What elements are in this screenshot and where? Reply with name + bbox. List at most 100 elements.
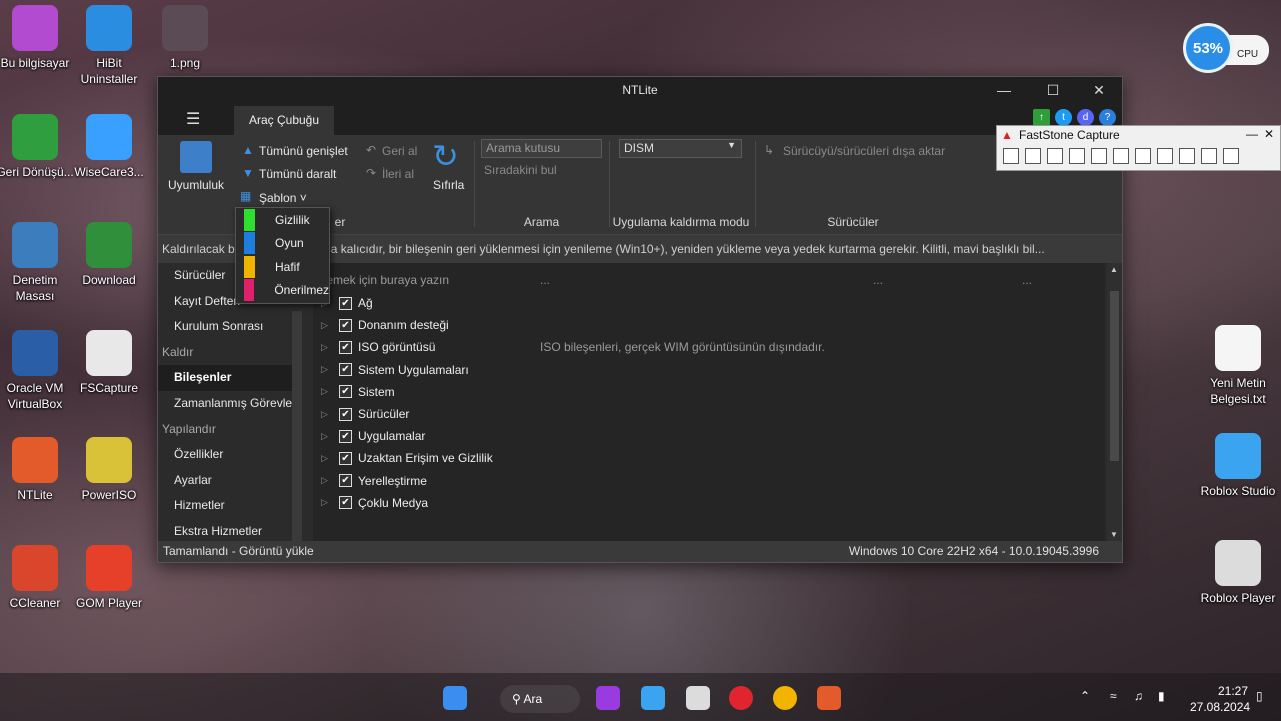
roblox-player-taskbar-icon[interactable] <box>686 686 710 710</box>
component-checkbox[interactable]: ✔ <box>339 451 352 465</box>
tree-row[interactable]: ▷ ✔ Uygulamalar <box>321 425 425 447</box>
capture-rect-icon[interactable] <box>1047 148 1063 164</box>
expand-arrow-icon[interactable]: ▷ <box>321 497 335 508</box>
cpu-widget[interactable]: CPU 53% <box>1183 23 1273 73</box>
component-checkbox[interactable]: ✔ <box>339 363 352 377</box>
scroll-down-icon[interactable]: ▼ <box>1110 530 1118 539</box>
component-checkbox[interactable]: ✔ <box>339 407 352 421</box>
expand-arrow-icon[interactable]: ▷ <box>321 386 335 397</box>
faststone-close[interactable]: ✕ <box>1264 127 1274 141</box>
update-arrow-icon[interactable]: ↑ <box>1033 109 1050 126</box>
template-menu-item[interactable]: Oyun <box>236 232 329 256</box>
column-header[interactable]: ... <box>540 273 550 287</box>
capture-video-icon[interactable] <box>1157 148 1173 164</box>
sidebar-item[interactable]: Kurulum Sonrası <box>158 314 298 340</box>
twitter-icon[interactable]: t <box>1055 109 1072 126</box>
timer-icon[interactable] <box>1179 148 1195 164</box>
sidebar-item[interactable]: Hizmetler <box>158 493 298 519</box>
notes-app-icon[interactable] <box>596 686 620 710</box>
desktop-icon[interactable]: Roblox Studio <box>1199 433 1277 499</box>
tree-row[interactable]: ▷ ✔ Donanım desteği <box>321 314 449 336</box>
capture-fullscreen-icon[interactable] <box>1091 148 1107 164</box>
compat-button[interactable]: Uyumluluk <box>168 178 224 192</box>
export-drivers-button[interactable]: Sürücüyü/sürücüleri dışa aktar <box>783 144 945 158</box>
wifi-icon[interactable]: ≈ <box>1110 689 1117 703</box>
expand-arrow-icon[interactable]: ▷ <box>321 475 335 486</box>
sidebar-scrollbar[interactable] <box>292 311 302 541</box>
roblox-studio-taskbar-icon[interactable] <box>641 686 665 710</box>
desktop-icon[interactable]: WiseCare3... <box>70 114 148 180</box>
scroll-thumb[interactable] <box>1110 291 1119 461</box>
discord-icon[interactable]: d <box>1077 109 1094 126</box>
start-icon[interactable] <box>443 686 467 710</box>
chrome-icon[interactable] <box>773 686 797 710</box>
desktop-icon[interactable]: Download <box>70 222 148 288</box>
desktop-icon[interactable]: Denetim Masası <box>0 222 74 304</box>
battery-icon[interactable]: ▮ <box>1158 689 1165 703</box>
sidebar-item[interactable]: Ayarlar <box>158 468 298 494</box>
expand-arrow-icon[interactable]: ▷ <box>321 342 335 353</box>
settings-icon[interactable] <box>1223 148 1239 164</box>
desktop-icon[interactable]: Roblox Player <box>1199 540 1277 606</box>
component-checkbox[interactable]: ✔ <box>339 474 352 488</box>
tree-row[interactable]: ▷ ✔ Sürücüler <box>321 403 409 425</box>
desktop-icon[interactable]: Yeni Metin Belgesi.txt <box>1199 325 1277 407</box>
tree-row[interactable]: ▷ ✔ Sistem Uygulamaları <box>321 359 469 381</box>
sidebar-item[interactable]: Özellikler <box>158 442 298 468</box>
expand-arrow-icon[interactable]: ▷ <box>321 453 335 464</box>
ntlite-taskbar-icon[interactable] <box>817 686 841 710</box>
capture-window-icon[interactable] <box>1003 148 1019 164</box>
reset-button[interactable]: Sıfırla <box>433 178 464 192</box>
template-menu-item[interactable]: Gizlilik <box>236 208 329 232</box>
output-icon[interactable] <box>1201 148 1217 164</box>
minimize-button[interactable]: — <box>981 77 1027 103</box>
volume-icon[interactable]: ♫ <box>1134 689 1143 703</box>
desktop-icon[interactable]: FSCapture <box>70 330 148 396</box>
filter-hint[interactable]: relemek için buraya yazın <box>313 273 449 287</box>
component-checkbox[interactable]: ✔ <box>339 318 352 332</box>
column-header[interactable]: ... <box>1022 273 1032 287</box>
desktop-icon[interactable]: Oracle VM VirtualBox <box>0 330 74 412</box>
capture-fixed-icon[interactable] <box>1135 148 1151 164</box>
help-icon[interactable]: ? <box>1099 109 1116 126</box>
desktop-icon[interactable]: Bu bilgisayar <box>0 5 74 71</box>
sidebar-item[interactable]: Bileşenler <box>158 365 298 391</box>
expand-arrow-icon[interactable]: ▷ <box>321 364 335 375</box>
expand-all-button[interactable]: Tümünü genişlet <box>259 144 348 158</box>
expand-arrow-icon[interactable]: ▷ <box>321 320 335 331</box>
tray-chevron-icon[interactable]: ⌃ <box>1080 689 1090 703</box>
desktop-icon[interactable]: Geri Dönüşü... <box>0 114 74 180</box>
desktop-icon[interactable]: PowerISO <box>70 437 148 503</box>
component-checkbox[interactable]: ✔ <box>339 340 352 354</box>
notification-icon[interactable]: ▯ <box>1256 689 1263 703</box>
column-header[interactable]: ... <box>873 273 883 287</box>
component-checkbox[interactable]: ✔ <box>339 296 352 310</box>
component-checkbox[interactable]: ✔ <box>339 496 352 510</box>
capture-object-icon[interactable] <box>1025 148 1041 164</box>
desktop-icon[interactable]: CCleaner <box>0 545 74 611</box>
close-button[interactable]: ✕ <box>1076 77 1122 103</box>
faststone-minimize[interactable]: — <box>1246 127 1258 141</box>
vertical-scrollbar[interactable]: ▲ ▼ <box>1107 263 1122 541</box>
collapse-all-button[interactable]: Tümünü daralt <box>259 167 336 181</box>
menu-icon[interactable]: ☰ <box>186 109 200 129</box>
desktop-icon[interactable]: HiBit Uninstaller <box>70 5 148 87</box>
template-button[interactable]: Şablon ˅ <box>259 191 307 205</box>
tree-row[interactable]: ▷ ✔ Yerelleştirme <box>321 470 427 492</box>
expand-arrow-icon[interactable]: ▷ <box>321 409 335 420</box>
tree-row[interactable]: ▷ ✔ ISO görüntüsü <box>321 336 435 358</box>
capture-scroll-icon[interactable] <box>1113 148 1129 164</box>
capture-freehand-icon[interactable] <box>1069 148 1085 164</box>
opera-icon[interactable] <box>729 686 753 710</box>
sidebar-item[interactable]: Ekstra Hizmetler <box>158 519 298 541</box>
component-checkbox[interactable]: ✔ <box>339 429 352 443</box>
template-menu-item[interactable]: Hafif <box>236 255 329 279</box>
tab-toolbar[interactable]: Araç Çubuğu <box>234 106 334 135</box>
desktop-icon[interactable]: 1.png <box>146 5 224 71</box>
taskbar-search[interactable]: ⚲ Ara <box>500 685 580 713</box>
tree-row[interactable]: ▷ ✔ Çoklu Medya <box>321 492 428 514</box>
clock[interactable]: 21:27 27.08.2024 <box>1190 683 1250 715</box>
scroll-up-icon[interactable]: ▲ <box>1110 265 1118 274</box>
sidebar-item[interactable]: Zamanlanmış Görevler <box>158 391 298 417</box>
expand-arrow-icon[interactable]: ▷ <box>321 431 335 442</box>
